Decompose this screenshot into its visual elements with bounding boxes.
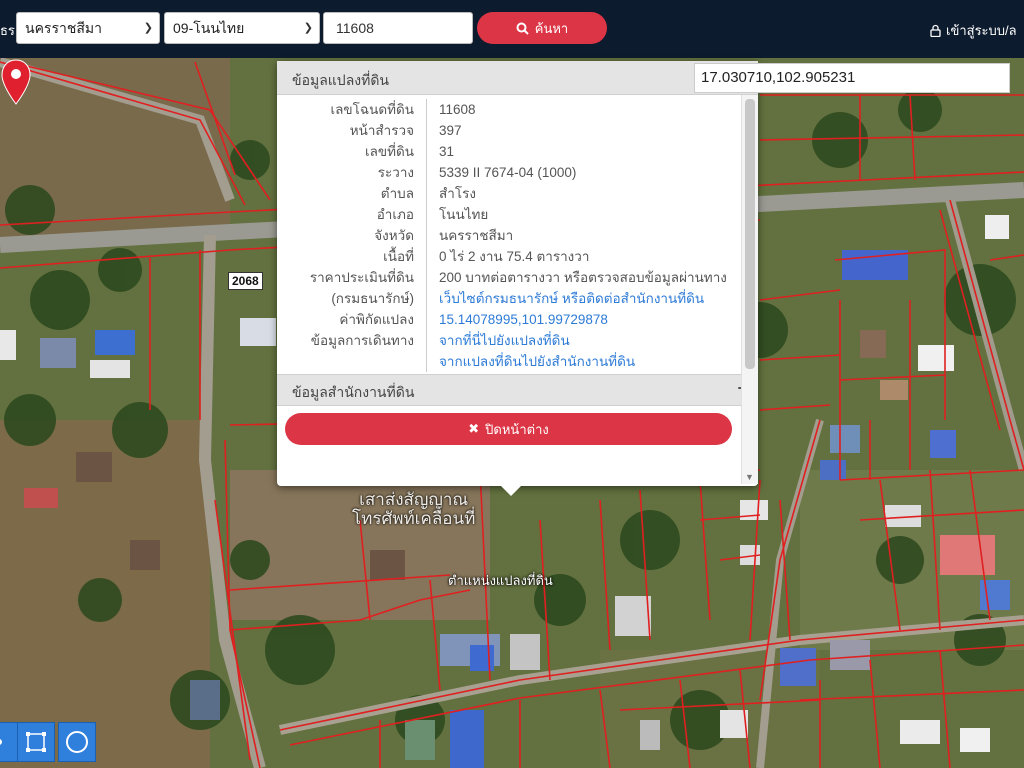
popup-title: ข้อมูลแปลงที่ดิน <box>277 61 758 95</box>
info-row: ข้อมูลการเดินทาง จากที่นี่ไปยังแปลงที่ดิน <box>277 330 758 351</box>
info-row-key: (กรมธนารักษ์) <box>277 288 427 309</box>
info-row-key: หน้าสำรวจ <box>277 120 427 141</box>
poi-label: เสาส่งสัญญาณ โทรศัพท์เคลื่อนที่ <box>352 490 475 528</box>
info-row-value: 11608 <box>439 102 476 117</box>
top-navigation-bar: ธร นครราชสีมา ❯ 09-โนนไทย ❯ ค้นหา เข้าสู… <box>0 0 1024 58</box>
info-row: จังหวัด นครราชสีมา <box>277 225 758 246</box>
lock-icon <box>930 24 941 37</box>
info-row: หน้าสำรวจ 397 <box>277 120 758 141</box>
info-row-value: โนนไทย <box>439 207 489 222</box>
topbar-label-fragment: ธร <box>0 23 15 38</box>
info-row-key: ระวาง <box>277 162 427 183</box>
district-select[interactable]: 09-โนนไทย ❯ <box>164 12 320 44</box>
info-row-key: จังหวัด <box>277 225 427 246</box>
info-row-value: 397 <box>439 123 462 138</box>
poi-line-2: โทรศัพท์เคลื่อนที่ <box>352 509 476 528</box>
draw-rectangle-button[interactable] <box>17 722 55 762</box>
info-row: ค่าพิกัดแปลง 15.14078995,101.99729878 <box>277 309 758 330</box>
login-label: เข้าสู่ระบบ/ล <box>946 23 1017 38</box>
parcel-info-table: เลขโฉนดที่ดิน 11608 หน้าสำรวจ 397 เลขที่ดิน 3… <box>277 99 758 372</box>
info-row: (กรมธนารักษ์) เว็บไซต์กรมธนารักษ์ หรือติด… <box>277 288 758 309</box>
info-row-value: สำโรง <box>439 186 476 201</box>
search-icon <box>516 22 529 35</box>
info-row-value: 0 ไร่ 2 งาน 75.4 ตารางวา <box>439 249 590 264</box>
info-row-key: ตำบล <box>277 183 427 204</box>
info-row: ระวาง 5339 II 7674-04 (1000) <box>277 162 758 183</box>
info-row-key: ข้อมูลการเดินทาง <box>277 330 427 351</box>
pin-label: ตำแหน่งแปลงที่ดิน <box>448 573 553 588</box>
map-pin-icon[interactable] <box>0 58 32 106</box>
info-row: เนื้อที่ 0 ไร่ 2 งาน 75.4 ตารางวา <box>277 246 758 267</box>
info-row-link[interactable]: จากที่นี่ไปยังแปลงที่ดิน <box>427 330 570 351</box>
close-window-label: ปิดหน้าต่าง <box>485 421 549 437</box>
info-row-link[interactable]: จากแปลงที่ดินไปยังสำนักงานที่ดิน <box>427 351 635 372</box>
info-row-value: นครราชสีมา <box>439 228 514 243</box>
info-row: เลขที่ดิน 31 <box>277 141 758 162</box>
info-row-key: เลขโฉนดที่ดิน <box>277 99 427 120</box>
province-select-value: นครราชสีมา <box>25 20 102 36</box>
draw-tool-button[interactable] <box>0 722 18 762</box>
info-row-link[interactable]: 15.14078995,101.99729878 <box>427 309 608 330</box>
rectangle-select-icon <box>26 732 46 752</box>
deed-number-input[interactable] <box>323 12 473 44</box>
popup-scrollbar[interactable]: ▼ <box>741 95 758 484</box>
info-row: ตำบล สำโรง <box>277 183 758 204</box>
info-row-key <box>277 351 427 372</box>
chevron-down-icon: ❯ <box>303 22 313 34</box>
land-office-section-header[interactable]: ข้อมูลสำนักงานที่ดิน + <box>277 374 758 406</box>
close-window-button[interactable]: ✖ ปิดหน้าต่าง <box>285 413 732 445</box>
draw-circle-button[interactable] <box>58 722 96 762</box>
coordinate-readout[interactable]: 17.030710,102.905231 <box>694 63 1010 93</box>
info-row-value: 200 บาทต่อตารางวา หรือตรวจสอบข้อมูลผ่านท… <box>439 270 727 285</box>
popup-pointer <box>501 486 521 496</box>
info-row: จากแปลงที่ดินไปยังสำนักงานที่ดิน <box>277 351 758 372</box>
info-row-link[interactable]: เว็บไซต์กรมธนารักษ์ หรือติดต่อสำนักงานที… <box>427 288 704 309</box>
circle-select-icon <box>66 731 88 753</box>
info-row-value: 5339 II 7674-04 (1000) <box>439 165 577 180</box>
chevron-down-icon: ❯ <box>143 22 153 34</box>
info-row-key: ค่าพิกัดแปลง <box>277 309 427 330</box>
info-row: ราคาประเมินที่ดิน 200 บาทต่อตารางวา หรือต… <box>277 267 758 288</box>
province-select[interactable]: นครราชสีมา ❯ <box>16 12 160 44</box>
scrollbar-thumb[interactable] <box>745 99 755 369</box>
search-button[interactable]: ค้นหา <box>477 12 607 44</box>
close-x-icon: ✖ <box>468 421 480 436</box>
info-row-value: 31 <box>439 144 455 159</box>
info-row: อำเภอ โนนไทย <box>277 204 758 225</box>
info-row: เลขโฉนดที่ดิน 11608 <box>277 99 758 120</box>
road-number-label: 2068 <box>228 272 263 290</box>
poi-line-1: เสาส่งสัญญาณ <box>359 490 469 509</box>
info-row-key: เนื้อที่ <box>277 246 427 267</box>
parcel-info-popup: ข้อมูลแปลงที่ดิน เลขโฉนดที่ดิน 11608 หน้าส… <box>277 61 758 496</box>
district-select-value: 09-โนนไทย <box>173 20 245 36</box>
scroll-down-arrow-icon[interactable]: ▼ <box>745 472 754 482</box>
polygon-icon <box>0 739 2 745</box>
login-link[interactable]: เข้าสู่ระบบ/ล <box>930 20 1017 41</box>
info-row-key: เลขที่ดิน <box>277 141 427 162</box>
land-office-section-label: ข้อมูลสำนักงานที่ดิน <box>292 384 415 400</box>
info-row-key: ราคาประเมินที่ดิน <box>277 267 427 288</box>
search-button-label: ค้นหา <box>534 20 569 36</box>
info-row-key: อำเภอ <box>277 204 427 225</box>
